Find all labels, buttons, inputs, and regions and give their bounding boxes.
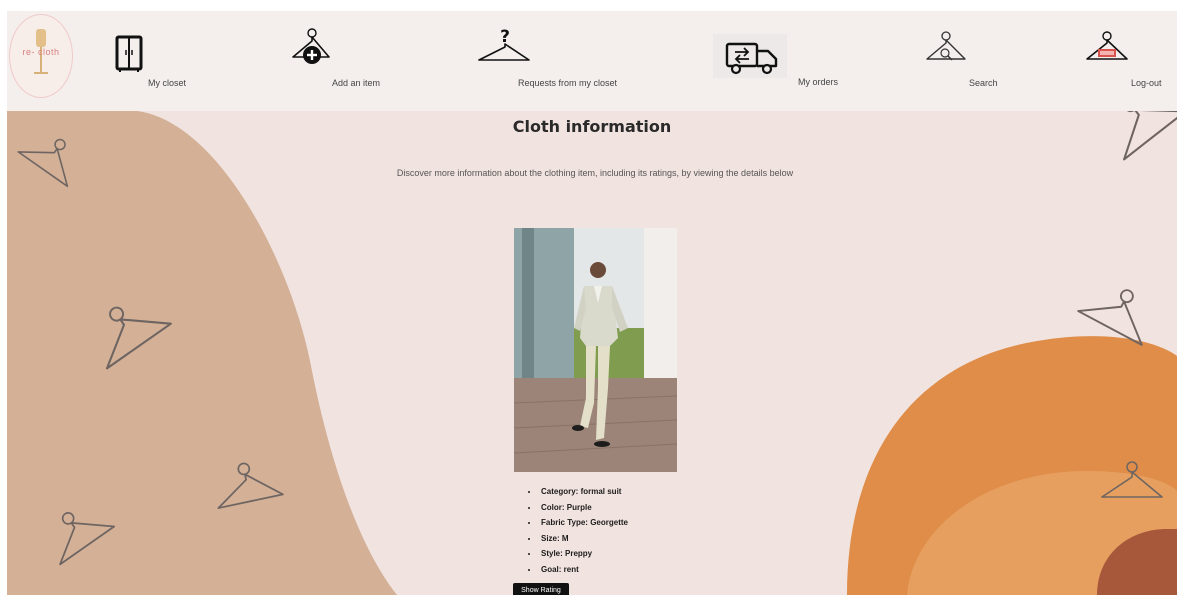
nav-label: My orders	[798, 77, 839, 87]
clothing-item-photo	[514, 228, 677, 472]
logo-text: re- cloth	[22, 47, 60, 57]
detail-color: Color: Purple	[539, 500, 628, 516]
hanger-exit-icon	[1086, 31, 1128, 60]
nav-my-orders[interactable]: My orders	[713, 34, 853, 94]
app-frame: re- cloth My closet Add an item ? Reques…	[7, 11, 1177, 595]
hanger-search-icon	[926, 31, 966, 61]
detail-category: Category: formal suit	[539, 484, 628, 500]
nav-my-closet[interactable]: My closet	[115, 35, 225, 95]
detail-style: Style: Preppy	[539, 546, 628, 562]
item-details-list: Category: formal suit Color: Purple Fabr…	[514, 484, 628, 577]
hanger-plus-icon	[292, 28, 330, 64]
closet-icon	[115, 35, 143, 72]
hanger-decoration	[1077, 273, 1163, 346]
show-rating-button[interactable]: Show Rating	[513, 583, 569, 595]
nav-logout[interactable]: Log-out	[1085, 29, 1175, 95]
re-cloth-logo[interactable]: re- cloth	[9, 14, 73, 98]
nav-requests[interactable]: ? Requests from my closet	[477, 24, 637, 94]
detail-size: Size: M	[539, 531, 628, 547]
nav-label: Log-out	[1131, 78, 1162, 88]
nav-label: My closet	[148, 78, 187, 88]
detail-goal: Goal: rent	[539, 562, 628, 578]
delivery-truck-icon	[725, 42, 778, 75]
page-title: Cloth information	[512, 117, 672, 136]
nav-label: Requests from my closet	[518, 78, 618, 88]
nav-label: Add an item	[332, 78, 381, 88]
nav-search[interactable]: Search	[925, 29, 1035, 95]
detail-fabric-type: Fabric Type: Georgette	[539, 515, 628, 531]
page-subtitle: Discover more information about the clot…	[396, 168, 794, 178]
nav-add-item[interactable]: Add an item	[291, 25, 411, 95]
top-navigation: re- cloth My closet Add an item ? Reques…	[7, 11, 1177, 111]
nav-label: Search	[969, 78, 998, 88]
hanger-question-icon: ?	[478, 27, 530, 61]
